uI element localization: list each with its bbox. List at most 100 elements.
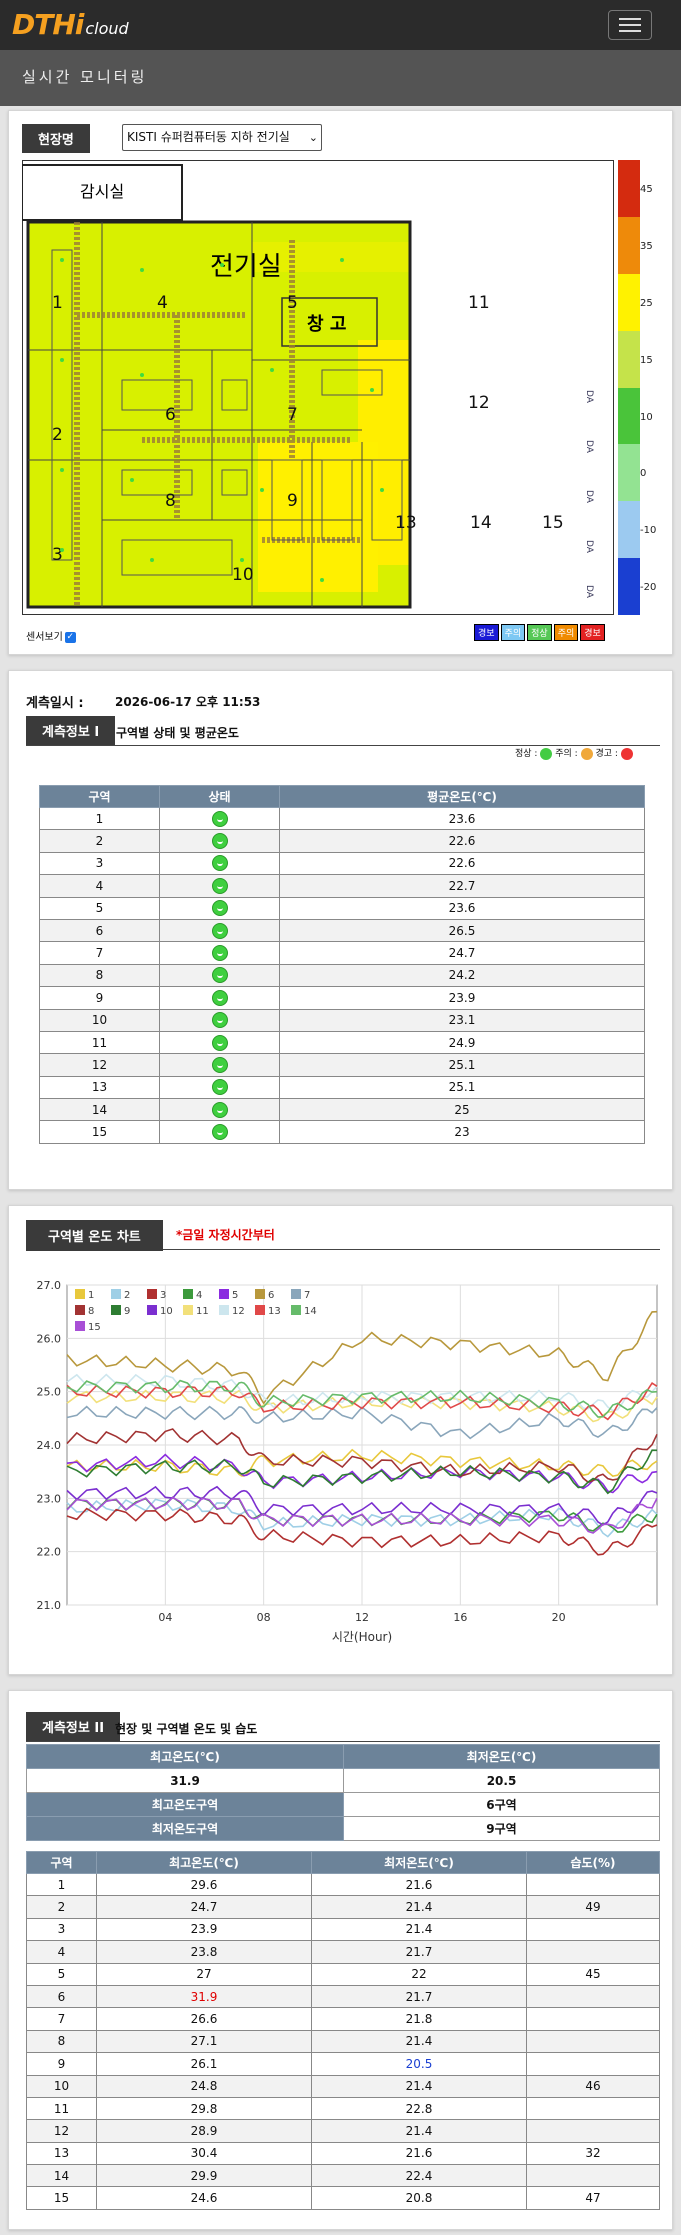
min-temp-cell: 21.4: [311, 1917, 527, 1942]
max-temp-cell: 29.6: [96, 1872, 312, 1897]
zone-cell: 14: [26, 2164, 97, 2188]
humidity-cell: [526, 2119, 660, 2143]
zone-cell: 5: [39, 896, 160, 920]
min-temp-cell: 22.8: [311, 2096, 527, 2121]
zone-cell: 15: [39, 1120, 160, 1144]
avg-temp-cell: 23.9: [279, 986, 645, 1010]
table-row: 5 27 22 45: [26, 1962, 660, 1986]
zone-label-14: 14: [470, 513, 492, 533]
da-label: DA: [584, 585, 594, 599]
avg-temp-cell: 22.6: [279, 851, 645, 876]
summary-max-zone-value: 6구역: [343, 1792, 660, 1817]
table-row: 13 30.4 21.6 32: [26, 2141, 660, 2166]
max-temp-cell: 29.9: [96, 2164, 312, 2188]
summary-min-label: 최저온도(℃): [343, 1744, 660, 1769]
status-legend-item: 주의: [553, 624, 579, 641]
status-cell: [159, 896, 280, 920]
col-min-temp: 최저온도(℃): [311, 1851, 527, 1874]
max-temp-cell: 31.9: [96, 1984, 312, 2009]
zone-label-5: 5: [287, 293, 298, 313]
status-cell: [159, 1075, 280, 1100]
key-normal-label: 정상 :: [515, 749, 538, 759]
table-row: 3 22.6: [39, 851, 645, 876]
table-row: 14 29.9 22.4: [26, 2164, 660, 2188]
da-label: DA: [584, 540, 594, 554]
legend-swatch: [147, 1305, 157, 1315]
site-label: 현장명: [22, 124, 90, 153]
avg-temp-cell: 25: [279, 1098, 645, 1122]
status-normal-icon: [211, 1124, 228, 1141]
legend-swatch: [183, 1305, 193, 1315]
humidity-cell: [526, 1940, 660, 1964]
scale-band: [618, 444, 640, 502]
page-title: 실시간 모니터링: [22, 68, 148, 86]
zone-cell: 8: [39, 963, 160, 988]
y-tick-label: 22.0: [37, 1546, 62, 1559]
logo-main: DTHi: [12, 8, 84, 41]
y-tick-label: 21.0: [37, 1599, 62, 1612]
table-row: 4 22.7: [39, 874, 645, 898]
zone-label-7: 7: [287, 405, 298, 425]
x-axis-label: 시간(Hour): [332, 1630, 392, 1644]
zone-cell: 13: [39, 1075, 160, 1100]
status-normal-icon: [211, 1056, 228, 1073]
zone-label-11: 11: [468, 293, 490, 313]
legend-swatch: [219, 1305, 229, 1315]
zone-label-9: 9: [287, 491, 298, 511]
max-temp-cell: 23.9: [96, 1917, 312, 1942]
logo-sub: cloud: [85, 19, 129, 38]
max-temp-cell: 27: [96, 1962, 312, 1986]
table-row: 6 31.9 21.7: [26, 1984, 660, 2009]
zone-cell: 9: [26, 2052, 97, 2076]
table-row: 12 28.9 21.4: [26, 2119, 660, 2143]
legend-swatch: [255, 1289, 265, 1299]
scale-tick-label: 10: [640, 411, 653, 423]
da-label: DA: [584, 390, 594, 404]
humidity-cell: [526, 1917, 660, 1942]
scale-band: [618, 501, 640, 559]
summary-max-value: 31.9: [26, 1768, 344, 1793]
legend-swatch: [291, 1305, 301, 1315]
status-normal-icon: [211, 945, 228, 962]
checkbox-checked-icon[interactable]: ✓: [64, 631, 76, 643]
legend-label: 14: [304, 1306, 317, 1317]
site-select[interactable]: KISTI 슈퍼컴퓨터동 지하 전기실 ⌄: [122, 124, 322, 151]
table-row: 15 23: [39, 1120, 645, 1144]
heat-area-13: [258, 442, 378, 592]
scale-band: [618, 387, 640, 445]
status-normal-icon: [211, 900, 228, 917]
legend-label: 11: [196, 1306, 209, 1317]
x-tick-label: 16: [453, 1611, 467, 1624]
humidity-cell: [526, 2164, 660, 2188]
min-temp-cell: 22.4: [311, 2164, 527, 2188]
col-zone: 구역: [39, 785, 160, 808]
measure-label: 계측일시 :: [26, 696, 84, 711]
x-tick-label: 04: [158, 1611, 172, 1624]
sensor-toggle[interactable]: 센서보기 ✓: [26, 628, 76, 643]
status-cell: [159, 874, 280, 898]
status-cell: [159, 829, 280, 853]
table-row: 2 24.7 21.4 49: [26, 1895, 660, 1919]
status-normal-icon: [211, 833, 228, 850]
avg-temp-cell: 24.9: [279, 1030, 645, 1055]
warning-icon: [620, 747, 633, 760]
legend-label: 5: [232, 1290, 238, 1301]
status-cell: [159, 963, 280, 988]
key-warning-label: 경고 :: [595, 749, 618, 759]
max-temp-cell: 30.4: [96, 2141, 312, 2166]
legend-label: 15: [88, 1322, 101, 1333]
zone-cell: 7: [26, 2007, 97, 2031]
status-key: 정상 : 주의 : 경고 :: [515, 746, 633, 760]
zone-label-12: 12: [468, 393, 490, 413]
room-label-electric: 전기실: [210, 252, 282, 282]
avg-temp-cell: 25.1: [279, 1053, 645, 1077]
table-row: 1 23.6: [39, 806, 645, 831]
max-temp-cell: 24.8: [96, 2074, 312, 2098]
da-label: DA: [584, 490, 594, 504]
table-row: 15 24.6 20.8 47: [26, 2186, 660, 2210]
zone-status-table: 구역 상태 평균온도(℃) 1 23.6 2 22.6 3 22.6 4 22.7 5 23.6 6…: [39, 785, 645, 1144]
hamburger-menu-button[interactable]: [608, 10, 652, 40]
dthi-logo[interactable]: DTHi cloud: [12, 8, 129, 41]
col-max-temp: 최고온도(℃): [96, 1851, 312, 1874]
legend-label: 2: [124, 1290, 130, 1301]
